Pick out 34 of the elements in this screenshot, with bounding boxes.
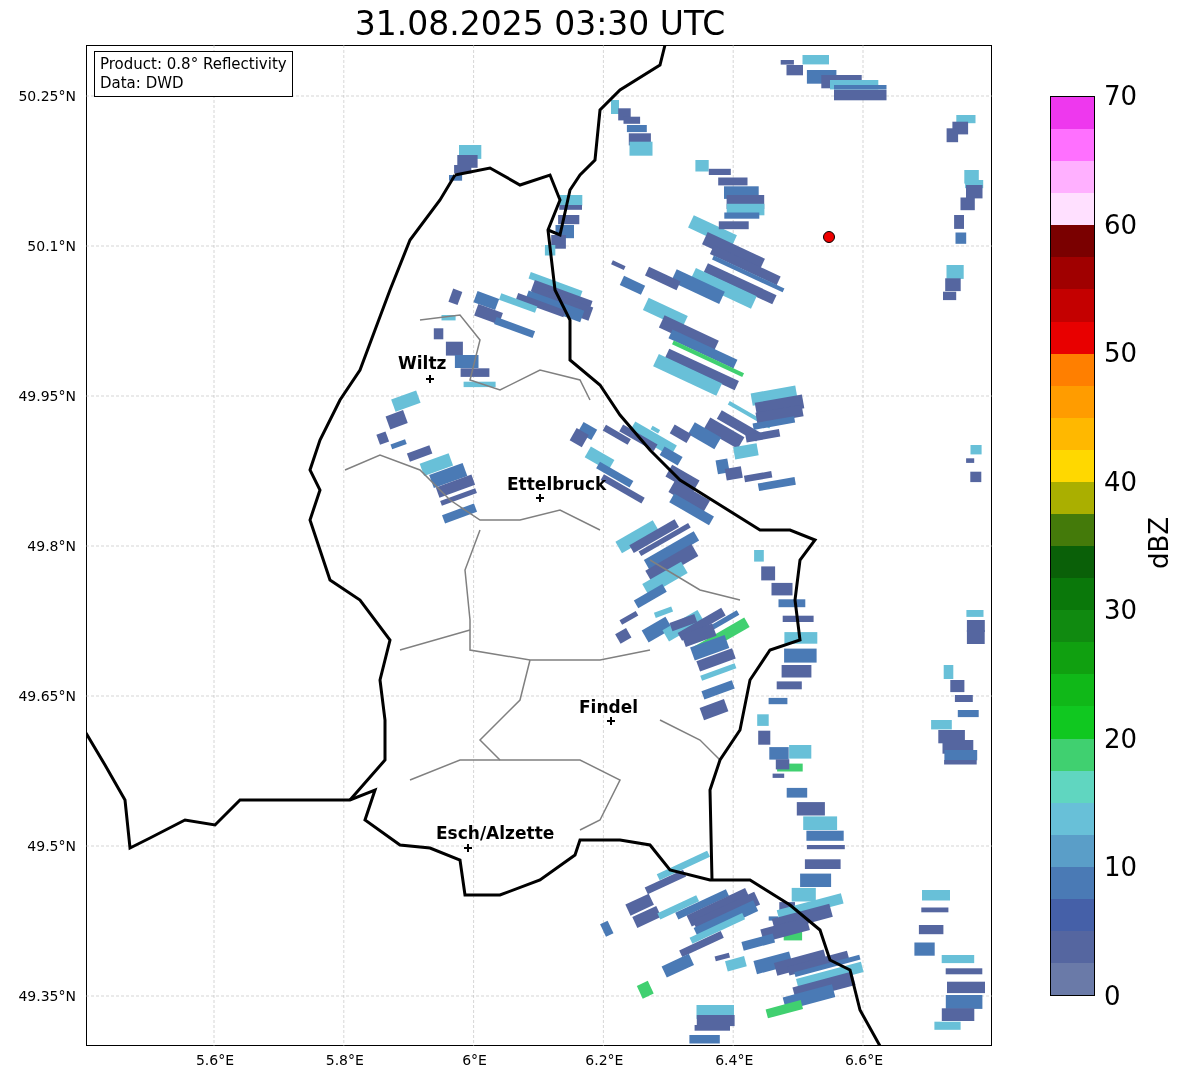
colorbar-tick-label: 40 xyxy=(1104,465,1138,498)
axis-tick-label: 6.2°E xyxy=(584,1052,625,1068)
city-marker xyxy=(536,494,544,502)
colorbar-tick-label: 60 xyxy=(1104,208,1138,241)
colorbar-label: dBZ xyxy=(1144,515,1174,572)
colorbar-tick-label: 30 xyxy=(1104,594,1138,627)
axis-tick-label: 49.65°N xyxy=(18,688,76,704)
city-label: Esch/Alzette xyxy=(436,823,555,843)
city-marker xyxy=(607,717,615,725)
city-label: Wiltz xyxy=(398,353,447,373)
legend-text: Data: DWD xyxy=(100,74,185,93)
city-marker xyxy=(426,375,434,383)
axis-tick-label: 50.25°N xyxy=(18,88,76,104)
city-label: Findel xyxy=(579,697,639,717)
axis-tick-label: 5.6°E xyxy=(194,1052,236,1068)
location-marker xyxy=(823,231,835,243)
axis-tick-label: 5.8°E xyxy=(324,1052,365,1068)
axis-tick-label: 49.95°N xyxy=(18,388,76,404)
colorbar-tick-label: 50 xyxy=(1104,337,1138,370)
axis-tick-label: 6.4°E xyxy=(714,1052,755,1068)
legend-text: Product: 0.8° Reflectivity xyxy=(100,55,287,74)
colorbar-tick-label: 0 xyxy=(1104,980,1121,1012)
colorbar-tick-label: 70 xyxy=(1104,80,1138,112)
axis-tick-label: 49.5°N xyxy=(27,838,76,854)
axis-tick-label: 6°E xyxy=(461,1052,488,1068)
axis-tick-label: 50.1°N xyxy=(27,238,76,254)
colorbar-tick-label: 10 xyxy=(1104,851,1138,884)
city-marker xyxy=(464,844,472,852)
chart-title: 31.08.2025 03:30 UTC xyxy=(353,4,727,43)
axis-tick-label: 49.35°N xyxy=(18,988,76,1004)
axis-tick-label: 6.6°E xyxy=(843,1052,885,1068)
colorbar-tick-label: 20 xyxy=(1104,722,1138,755)
city-label: Ettelbruck xyxy=(507,474,607,494)
axis-tick-label: 49.8°N xyxy=(27,538,76,554)
